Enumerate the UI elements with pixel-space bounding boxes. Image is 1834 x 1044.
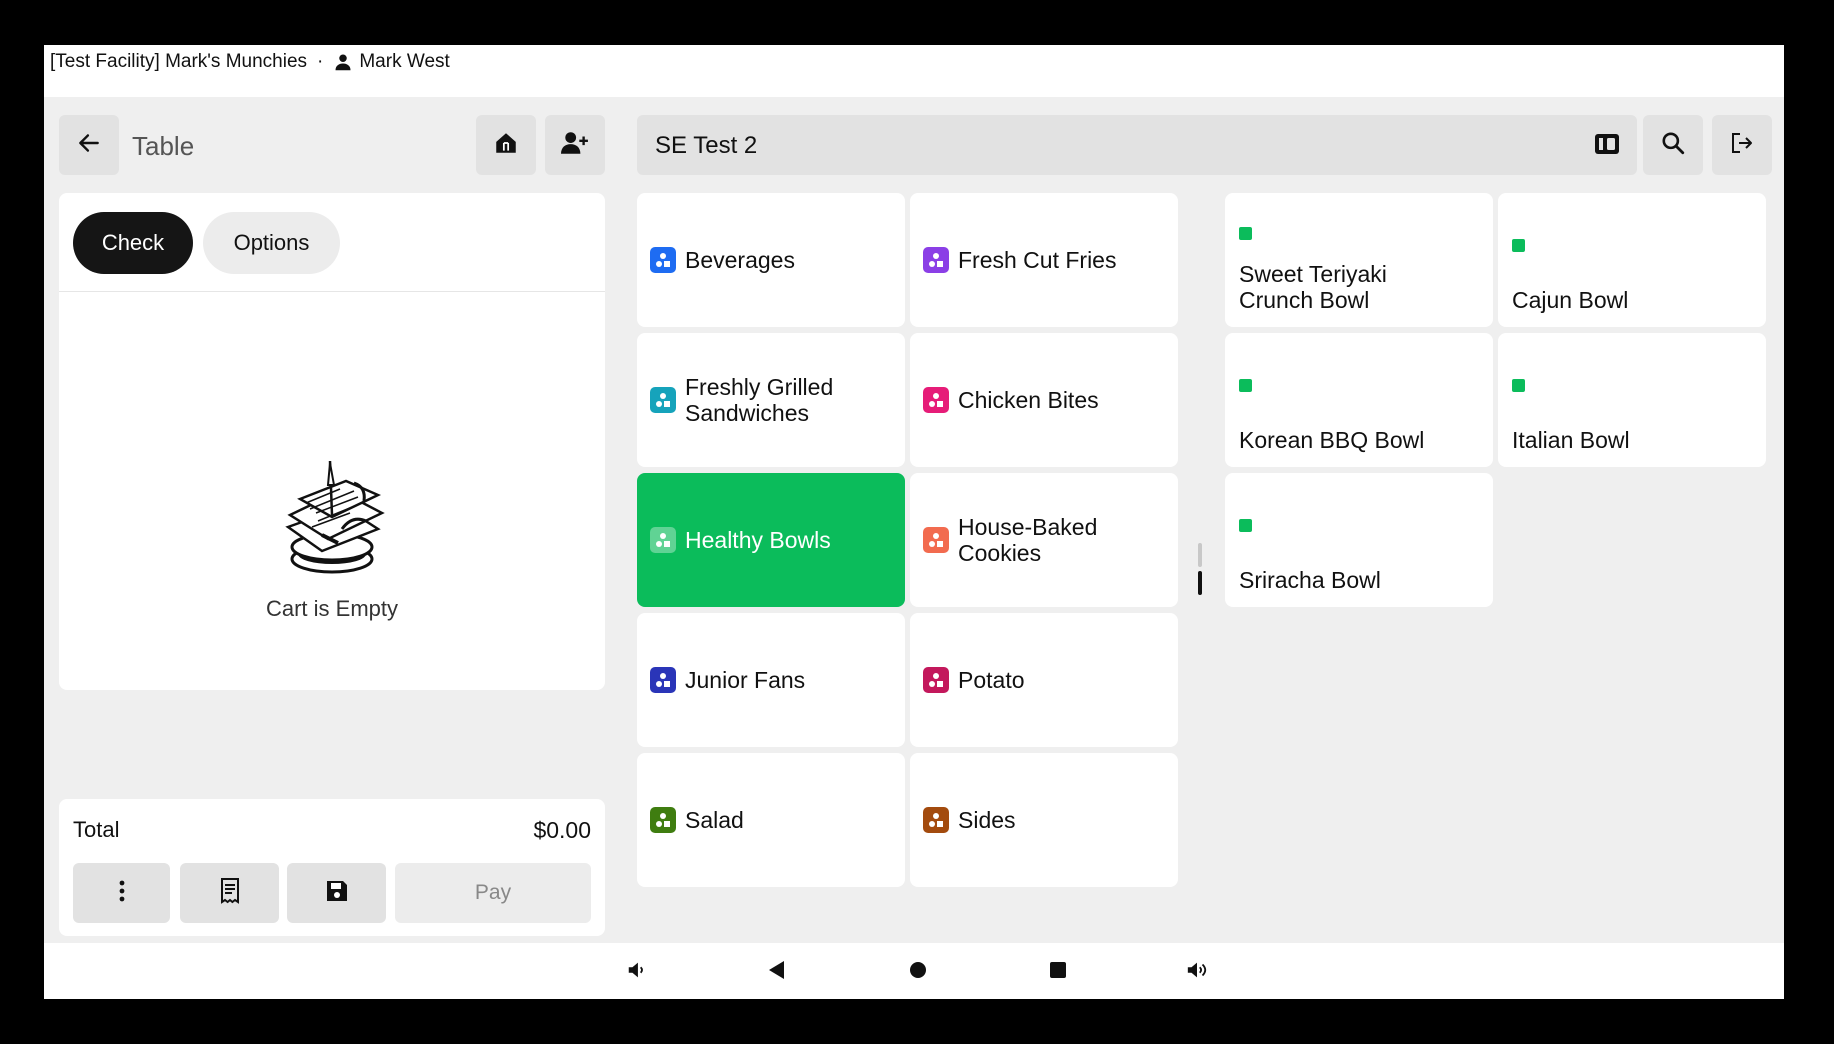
item-name: Italian Bowl [1512, 427, 1630, 453]
person-icon [333, 52, 353, 72]
category-shapes-icon [923, 807, 949, 833]
item-color-marker [1239, 227, 1252, 240]
category-shapes-icon [650, 247, 676, 273]
volume-down-icon [626, 959, 648, 986]
total-label: Total [73, 817, 120, 842]
item-tile-italian-bowl[interactable]: Italian Bowl [1498, 333, 1766, 467]
item-tile-sweet-teriyaki-crunch-bowl[interactable]: Sweet Teriyaki Crunch Bowl [1225, 193, 1493, 327]
search-button[interactable] [1643, 115, 1703, 175]
category-shapes-icon [923, 667, 949, 693]
home-nav-button[interactable] [903, 957, 933, 987]
circle-home-icon [909, 961, 927, 984]
category-tile-chicken-bites[interactable]: Chicken Bites [910, 333, 1178, 467]
volume-up-icon [1185, 959, 1209, 986]
back-button[interactable] [59, 115, 119, 175]
search-icon [1660, 130, 1686, 161]
tab-options[interactable]: Options [203, 212, 340, 274]
arrow-left-icon [76, 130, 102, 161]
save-button[interactable] [287, 863, 386, 923]
tab-check[interactable]: Check [73, 212, 193, 274]
category-label: Salad [685, 807, 744, 833]
category-shapes-icon [650, 387, 676, 413]
category-tile-healthy-bowls[interactable]: Healthy Bowls [637, 473, 905, 607]
receipt-button[interactable] [180, 863, 279, 923]
category-tile-junior-fans[interactable]: Junior Fans [637, 613, 905, 747]
category-label: Freshly Grilled Sandwiches [685, 374, 834, 426]
cart-empty-label: Cart is Empty [265, 596, 399, 621]
item-color-marker [1512, 239, 1525, 252]
pay-button[interactable]: Pay [395, 863, 591, 923]
floppy-disk-icon [325, 879, 349, 908]
menu-header-bar[interactable]: SE Test 2 [637, 115, 1637, 175]
category-label: Beverages [685, 247, 795, 273]
add-guest-button[interactable] [545, 115, 605, 175]
category-shapes-icon [650, 667, 676, 693]
system-nav-bar [44, 943, 1784, 999]
category-tile-salad[interactable]: Salad [637, 753, 905, 887]
item-name: Korean BBQ Bowl [1239, 427, 1425, 453]
category-shapes-icon [923, 527, 949, 553]
category-shapes-icon [923, 247, 949, 273]
volume-down-button[interactable] [622, 957, 652, 987]
total-value: $0.00 [533, 817, 591, 843]
scroll-indicator [1198, 543, 1202, 567]
pay-label: Pay [474, 881, 512, 904]
category-tile-sides[interactable]: Sides [910, 753, 1178, 887]
category-label: Healthy Bowls [685, 527, 831, 553]
category-label: Fresh Cut Fries [958, 247, 1117, 273]
category-label: Junior Fans [685, 667, 806, 693]
person-plus-icon [561, 130, 589, 161]
order-type-title[interactable]: Table [132, 131, 194, 162]
category-tile-fresh-cut-fries[interactable]: Fresh Cut Fries [910, 193, 1178, 327]
category-shapes-icon [650, 807, 676, 833]
item-name: Cajun Bowl [1512, 287, 1629, 313]
volume-up-button[interactable] [1182, 957, 1212, 987]
item-color-marker [1239, 519, 1252, 532]
item-name: Sweet Teriyaki Crunch Bowl [1239, 261, 1387, 313]
panel-divider [59, 291, 605, 292]
dine-in-button[interactable] [476, 115, 536, 175]
category-tile-freshly-grilled-sandwiches[interactable]: Freshly Grilled Sandwiches [637, 333, 905, 467]
item-tile-sriracha-bowl[interactable]: Sriracha Bowl [1225, 473, 1493, 607]
house-fork-icon [493, 130, 519, 161]
category-shapes-icon [650, 527, 676, 553]
scroll-indicator-active [1198, 571, 1202, 595]
more-vertical-icon [118, 880, 126, 907]
status-separator: · [317, 51, 324, 72]
pos-screen: [Test Facility] Mark's Munchies · Mark W… [44, 45, 1784, 999]
item-tile-korean-bbq-bowl[interactable]: Korean BBQ Bowl [1225, 333, 1493, 467]
item-name: Sriracha Bowl [1239, 567, 1381, 593]
recents-nav-button[interactable] [1043, 957, 1073, 987]
square-recents-icon [1049, 961, 1067, 984]
category-tile-beverages[interactable]: Beverages [637, 193, 905, 327]
menu-name: SE Test 2 [655, 132, 758, 159]
user-name: Mark West [359, 51, 450, 72]
back-nav-button[interactable] [762, 957, 792, 987]
logout-button[interactable] [1712, 115, 1772, 175]
category-shapes-icon [923, 387, 949, 413]
item-color-marker [1239, 379, 1252, 392]
triangle-back-icon [767, 960, 787, 985]
card-reader-icon[interactable] [1593, 130, 1621, 163]
facility-name: [Test Facility] Mark's Munchies [50, 51, 308, 72]
category-label: Potato [958, 667, 1025, 693]
category-tile-potato[interactable]: Potato [910, 613, 1178, 747]
category-label: House-Baked Cookies [958, 514, 1098, 566]
empty-cart-illustration [270, 455, 394, 584]
category-label: Chicken Bites [958, 387, 1099, 413]
logout-icon [1730, 131, 1754, 160]
more-options-button[interactable] [73, 863, 170, 923]
item-tile-cajun-bowl[interactable]: Cajun Bowl [1498, 193, 1766, 327]
receipt-icon [219, 877, 241, 909]
status-bar: [Test Facility] Mark's Munchies · Mark W… [44, 45, 1784, 97]
category-label: Sides [958, 807, 1016, 833]
category-tile-house-baked-cookies[interactable]: House-Baked Cookies [910, 473, 1178, 607]
item-color-marker [1512, 379, 1525, 392]
